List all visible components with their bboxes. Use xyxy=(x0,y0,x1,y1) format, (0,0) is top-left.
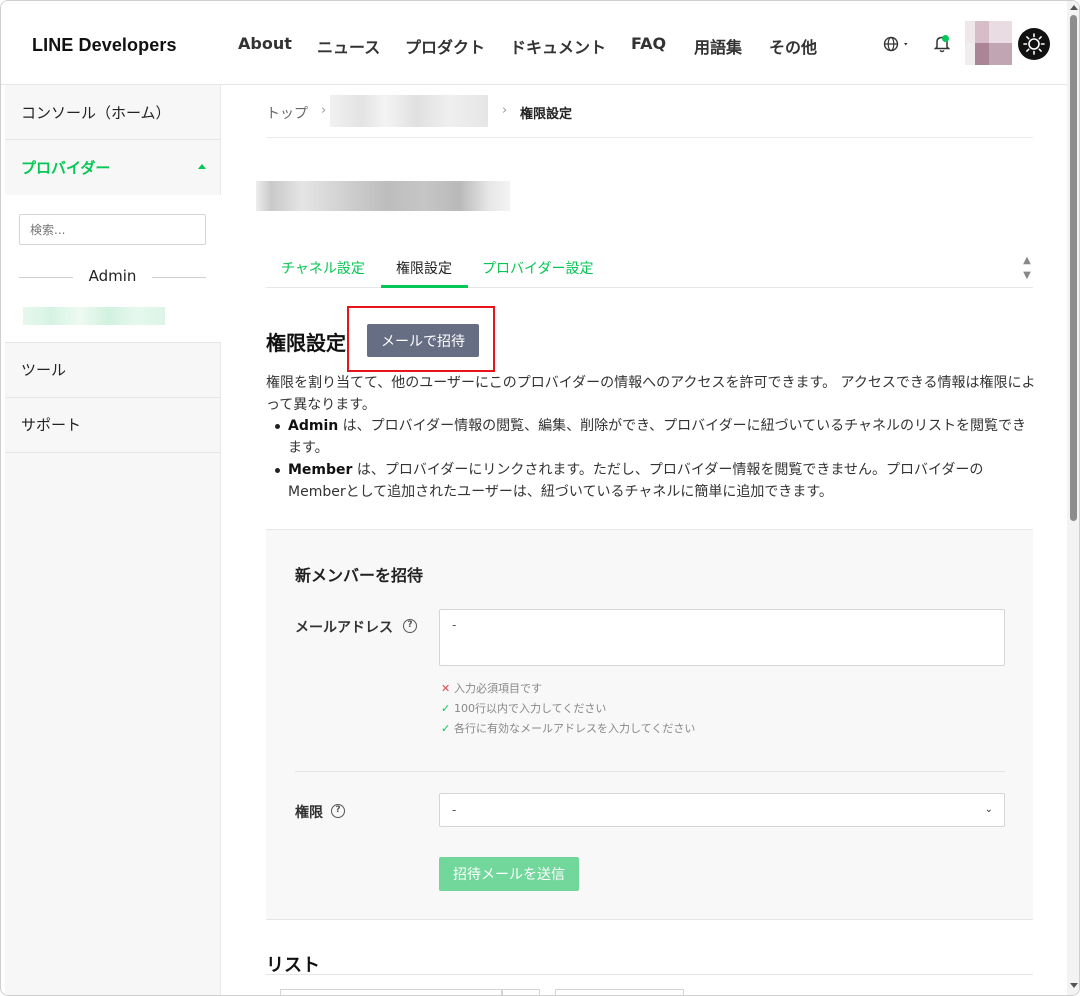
hint-text: 各行に有効なメールアドレスを入力してください xyxy=(454,722,696,735)
form-title: 新メンバーを招待 xyxy=(295,566,424,585)
admin-group-label: Admin xyxy=(88,267,137,285)
list-divider xyxy=(266,974,1033,975)
role-label: 権限 xyxy=(295,805,323,821)
tab-provider-settings[interactable]: プロバイダー設定 xyxy=(482,258,593,278)
validation-line-limit: ✓ 100行以内で入力してください xyxy=(441,700,606,716)
nav-documents[interactable]: ドキュメント xyxy=(510,34,606,58)
role-description: は、プロバイダーにリンクされます。ただし、プロバイダー情報を閲覧できません。プロ… xyxy=(288,462,984,500)
sidebar-item-console-home[interactable]: コンソール（ホーム） xyxy=(5,85,221,140)
scroll-up-arrow-icon[interactable] xyxy=(1070,5,1078,10)
role-name: Admin xyxy=(288,418,339,434)
breadcrumb-provider-redacted[interactable] xyxy=(330,95,488,127)
theme-toggle-button[interactable] xyxy=(1018,28,1050,60)
admin-group-divider: Admin xyxy=(19,267,206,287)
language-globe-icon[interactable] xyxy=(883,35,911,53)
tab-scroll-arrows[interactable]: ▲ ▼ xyxy=(1021,253,1033,285)
nav-products[interactable]: プロダクト xyxy=(405,34,485,58)
sidebar-item-label: サポート xyxy=(21,416,82,434)
role-name: Member xyxy=(288,462,353,478)
provider-link-redacted[interactable] xyxy=(23,307,165,325)
list-filter-input[interactable] xyxy=(280,989,502,995)
top-header: LINE Developers About ニュース プロダクト ドキュメント … xyxy=(1,1,1067,85)
provider-name-redacted xyxy=(256,181,510,211)
provider-tabs: チャネル設定 権限設定 プロバイダー設定 xyxy=(266,245,1033,288)
list-filter-button[interactable] xyxy=(502,989,540,995)
sidebar: コンソール（ホーム） プロバイダー Admin ツール サポート xyxy=(5,85,221,995)
role-select[interactable]: - ⌄ xyxy=(439,793,1005,827)
breadcrumb-separator: › xyxy=(321,103,327,118)
section-title: 権限設定 xyxy=(266,331,346,355)
tab-permissions[interactable]: 権限設定 xyxy=(396,258,452,278)
hint-text: 入力必須項目です xyxy=(454,682,542,695)
sidebar-item-label: プロバイダー xyxy=(21,159,111,177)
line-developers-logo[interactable]: LINE Developers xyxy=(32,35,177,56)
scrollbar-thumb[interactable] xyxy=(1070,15,1077,521)
role-list: Admin は、プロバイダー情報の閲覧、編集、削除ができ、プロバイダーに紐づいて… xyxy=(266,415,1036,503)
nav-glossary[interactable]: 用語集 xyxy=(694,34,742,58)
breadcrumb-divider xyxy=(266,137,1033,138)
check-icon: ✓ xyxy=(441,702,451,715)
role-description: は、プロバイダー情報の閲覧、編集、削除ができ、プロバイダーに紐づいているチャネル… xyxy=(288,418,1027,456)
sun-icon xyxy=(1023,33,1045,55)
collapse-caret-icon[interactable] xyxy=(198,164,206,169)
notification-dot xyxy=(942,35,949,42)
list-role-filter[interactable] xyxy=(555,989,684,995)
sidebar-item-label: コンソール（ホーム） xyxy=(21,104,171,122)
role-admin-item: Admin は、プロバイダー情報の閲覧、編集、削除ができ、プロバイダーに紐づいて… xyxy=(266,415,1036,459)
user-avatar[interactable] xyxy=(965,21,1012,65)
provider-search-input[interactable] xyxy=(19,214,206,245)
page-scrollbar[interactable] xyxy=(1067,1,1079,995)
nav-about[interactable]: About xyxy=(238,34,292,53)
tab-channel-settings[interactable]: チャネル設定 xyxy=(281,258,365,278)
role-select-value: - xyxy=(452,803,457,817)
validation-email-format: ✓ 各行に有効なメールアドレスを入力してください xyxy=(441,720,695,736)
scroll-up-arrow-icon[interactable]: ▲ xyxy=(1021,253,1033,268)
email-help-icon[interactable]: ? xyxy=(403,619,417,633)
invite-member-form: 新メンバーを招待 メールアドレス ? - ✕ 入力必須項目です ✓ 100行以内で入… xyxy=(266,529,1033,920)
permission-description: 権限を割り当てて、他のユーザーにこのプロバイダーの情報へのアクセスを許可できます… xyxy=(266,375,1036,413)
nav-more[interactable]: その他 xyxy=(769,34,817,58)
scroll-down-arrow-icon[interactable] xyxy=(1070,983,1078,988)
chevron-down-icon: ⌄ xyxy=(984,804,993,815)
active-tab-indicator xyxy=(381,285,468,288)
breadcrumb-separator: › xyxy=(502,103,508,118)
sidebar-item-label: ツール xyxy=(21,361,67,379)
invite-by-email-button[interactable]: メールで招待 xyxy=(367,324,479,357)
breadcrumb-top[interactable]: トップ xyxy=(266,103,308,123)
form-divider xyxy=(295,771,1005,772)
validation-required: ✕ 入力必須項目です xyxy=(441,680,542,696)
error-x-icon: ✕ xyxy=(441,682,451,695)
sidebar-item-tools[interactable]: ツール xyxy=(5,343,221,398)
nav-news[interactable]: ニュース xyxy=(317,34,380,58)
main-content: トップ › › 権限設定 チャネル設定 権限設定 プロバイダー設定 ▲ ▼ 権限… xyxy=(222,85,1067,995)
browser-window: LINE Developers About ニュース プロダクト ドキュメント … xyxy=(0,0,1080,996)
nav-faq[interactable]: FAQ xyxy=(631,34,666,53)
role-member-item: Member は、プロバイダーにリンクされます。ただし、プロバイダー情報を閲覧で… xyxy=(266,459,1036,503)
email-textarea[interactable]: - xyxy=(439,609,1005,666)
send-invite-button[interactable]: 招待メールを送信 xyxy=(439,857,579,891)
check-icon: ✓ xyxy=(441,722,451,735)
email-label: メールアドレス xyxy=(295,620,393,636)
sidebar-item-provider[interactable]: プロバイダー xyxy=(5,140,221,195)
scroll-down-arrow-icon[interactable]: ▼ xyxy=(1021,268,1033,283)
hint-text: 100行以内で入力してください xyxy=(454,702,607,715)
sidebar-item-support[interactable]: サポート xyxy=(5,398,221,453)
breadcrumb-current: 権限設定 xyxy=(520,107,573,122)
role-help-icon[interactable]: ? xyxy=(331,804,345,818)
